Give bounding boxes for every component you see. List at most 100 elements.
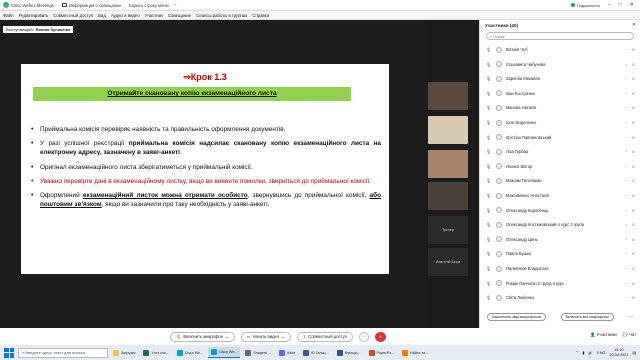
volume-icon[interactable]: 🔊	[588, 350, 593, 355]
participant-row[interactable]: 🎙 Єлизавета Чибунова ◔ ⊘	[480, 59, 640, 70]
app-icon	[245, 349, 252, 356]
video-thumbnail[interactable]	[428, 182, 468, 210]
menu-file[interactable]: Файл	[3, 13, 14, 18]
hide-menu-button[interactable]: Скрыть строку меню ⌃	[129, 3, 177, 8]
presenter-tag: Выступающий: Roman Syniachko	[3, 26, 74, 33]
mute-all-button[interactable]: Выключить звук микрофонов	[487, 312, 546, 321]
menu-meeting[interactable]: Совещание	[168, 13, 191, 18]
participants-header: Участники (40) ✕	[480, 20, 640, 30]
tray-chevron-icon[interactable]: ⌃	[575, 350, 578, 355]
participant-row[interactable]: 🎙 Ліза Гарбар ◔ ⊘	[480, 146, 640, 157]
taskbar-app[interactable]: PowerPo...	[366, 347, 398, 358]
mic-icon: 🎙	[486, 236, 492, 242]
taskbar-search-input[interactable]: ⌕ Введите здесь текст для поиска	[18, 347, 108, 358]
taskbar-app[interactable]: Функціо...	[334, 347, 364, 358]
minimize-button[interactable]: –	[608, 2, 611, 8]
close-panel-icon[interactable]: ✕	[632, 22, 636, 28]
participant-row[interactable]: 🎙 Крістіан Павлиновський ◔ ⊘	[480, 132, 640, 143]
chevron-down-icon: ⌄	[225, 334, 229, 339]
participant-row[interactable]: 🎙 Іван Кострієнко ◔ ⊘	[480, 88, 640, 99]
app-icon	[368, 349, 375, 356]
participant-row[interactable]: 🎙 Олександр Костюковський 4 курс 2 група ◔…	[480, 219, 640, 230]
participant-row[interactable]: 🎙 Світа Любенко ◔ ⊘	[480, 292, 640, 303]
participant-row[interactable]: 🎙 Павло Бушко ◔ ⊘	[480, 248, 640, 259]
participant-row[interactable]: 🎙 Ліхоноі Віктор ◔ ⊘	[480, 161, 640, 172]
mic-icon: 🎙	[486, 105, 492, 111]
taskbar-apps: Загрузки Учет кни... Cisco We... Cisco We..…	[108, 347, 431, 358]
video-thumbnail[interactable]	[428, 82, 468, 110]
bullet-icon: •	[31, 177, 34, 185]
taskbar-app[interactable]: Viber	[276, 347, 298, 358]
start-button[interactable]	[4, 347, 14, 358]
taskbar-app[interactable]: Snagent ...	[242, 347, 273, 358]
app-icon	[336, 349, 343, 356]
unmute-all-button[interactable]: Включить все микрофоны	[560, 312, 614, 321]
mic-muted-icon: 🎙	[176, 333, 182, 339]
bullet-text: У разі успішної реєстрації приймальна ко…	[40, 139, 381, 157]
taskbar-app[interactable]: Cisco We...	[174, 347, 206, 358]
participant-row[interactable]: 🎙 Іоля Зінделенко ◔ ⊘	[480, 117, 640, 128]
participant-row[interactable]: 🎙 Максим Галочакан ◔ ⊘	[480, 175, 640, 186]
participant-row[interactable]: 🎙 Віталія Чуб ◔ ⊘	[480, 44, 640, 55]
participant-row[interactable]: 🎙 Пилипчков Владислав ◔ ⊘	[480, 263, 640, 274]
menu-share[interactable]: Совместный доступ	[53, 13, 93, 18]
menu-help[interactable]: Справка	[252, 13, 269, 18]
audio-icon: ◔	[625, 61, 628, 67]
participant-row[interactable]: 🎙 Іванова Наталія ◔ ⊘	[480, 102, 640, 113]
participant-row[interactable]: 🎙 Максименко Анастасія ◔ ⊘	[480, 190, 640, 201]
language-indicator[interactable]: ENG	[597, 351, 605, 355]
taskbar-app[interactable]: Загрузки	[110, 347, 138, 358]
audio-icon: ◔	[625, 76, 628, 82]
participants-panel: Участники (40) ✕ ⌕ Поиск 🎙 Віталія Чуб ◔ ⊘ 🎙…	[479, 20, 640, 333]
more-button[interactable]: ···	[358, 331, 369, 342]
thumbnail-name: Юрій Гаврилюк	[435, 139, 461, 143]
app-icon	[402, 349, 409, 356]
participant-row[interactable]: 🎙 Олександр Цинь ◔ ⊘	[480, 234, 640, 245]
menu-breakout[interactable]: Сеансы работы в группах	[196, 13, 247, 18]
end-meeting-button[interactable]: ✕	[374, 331, 386, 342]
taskbar-app[interactable]: Cisco We...	[208, 347, 241, 358]
system-tray: ⌃ ▮ 🔊 ENG 15:10 20.04.2021 ▤	[575, 348, 636, 356]
avatar	[496, 294, 502, 301]
menu-participant[interactable]: Участник	[145, 13, 163, 18]
close-button[interactable]: ✕	[630, 2, 634, 8]
participant-row[interactable]: 🎙 Олександр Короленць ◔ ⊘	[480, 205, 640, 216]
app-icon	[211, 349, 218, 355]
participant-row[interactable]: 🎙 Заренба Михайло ◔ ⊘	[480, 73, 640, 84]
participants-footer: Выключить звук микрофонов Включить все м…	[480, 310, 640, 323]
mic-icon: 🎙	[486, 163, 492, 169]
bullet-icon: •	[31, 140, 34, 148]
clock[interactable]: 15:10 20.04.2021	[609, 348, 628, 356]
bullet-text-run: , звернувшись до приймальної комісії,	[247, 192, 370, 200]
meeting-info-tab[interactable]: Информация о совещании	[61, 3, 121, 8]
menu-audio-video[interactable]: Аудио и видео	[111, 13, 140, 18]
share-button[interactable]: ⇪ Совместный доступ	[296, 331, 353, 342]
participant-name: Світа Любенко	[506, 295, 534, 301]
participant-search-input[interactable]: ⌕ Поиск	[486, 32, 634, 40]
maximize-button[interactable]: □	[619, 2, 622, 8]
menu-edit[interactable]: Редактировать	[19, 13, 49, 18]
mic-icon: 🎙	[486, 207, 492, 213]
network-icon[interactable]: ▮	[582, 350, 584, 355]
participants-toggle[interactable]: 👤 Участники	[590, 332, 616, 338]
menu-view[interactable]: Вид	[98, 13, 106, 18]
chat-toggle[interactable]: 💬 Чат	[623, 332, 636, 338]
mic-icon: 🎙	[486, 193, 492, 198]
participant-row[interactable]: 🎙 Роман Панчолін 2 група 4 курс ◔ ⊘	[480, 278, 640, 289]
bullet-text: Оформлений екзаменаційний листок можна о…	[40, 191, 381, 209]
mic-icon: 🎙	[486, 178, 492, 184]
mic-button[interactable]: 🎙 Включить микрофон ⌄	[170, 331, 235, 342]
video-thumbnail[interactable]	[428, 150, 468, 178]
video-button[interactable]: ▭ Начать видео ⌄	[240, 331, 291, 342]
taskbar-app[interactable]: Найти та...	[399, 347, 431, 358]
avatar	[496, 265, 502, 272]
notifications-icon[interactable]: ▤	[632, 350, 636, 355]
taskbar-app[interactable]: Ю Галиц...	[300, 347, 332, 358]
more-options-icon[interactable]: ···	[629, 314, 634, 320]
participant-name: Ліза Гарбар	[506, 149, 529, 155]
taskbar-app[interactable]: Учет кни...	[140, 347, 171, 358]
audio-icon: ◔	[625, 105, 628, 111]
connection-status: Подключено	[570, 3, 600, 8]
bullet-text-run: Приймальна комісія перевіряє наявність т…	[40, 126, 286, 133]
muted-mic-icon: ⊘	[631, 295, 635, 301]
